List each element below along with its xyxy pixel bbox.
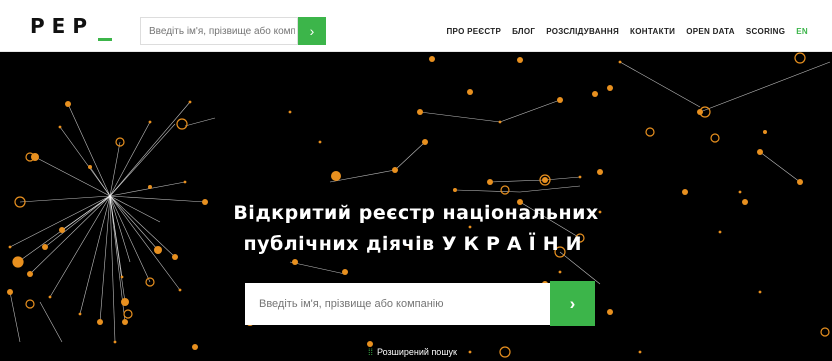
header-search-button[interactable]: ›: [298, 17, 326, 45]
logo-underscore: [98, 38, 112, 41]
nav-about[interactable]: ПРО РЕЄСТР: [446, 27, 501, 36]
hero-title-line2: публічних діячів УКРАЇНИ: [0, 229, 832, 260]
main-search-button[interactable]: ›: [550, 281, 595, 326]
nav-blog[interactable]: БЛОГ: [512, 27, 535, 36]
hero-title-prefix: публічних діячів: [243, 233, 435, 255]
hero-title-line1: Відкритий реєстр національних: [233, 202, 599, 224]
advanced-search-label: Розширений пошук: [377, 347, 457, 357]
hero-title-country: УКРАЇНИ: [441, 233, 589, 255]
header: PEP › ПРО РЕЄСТР БЛОГ РОЗСЛІДУВАННЯ КОНТ…: [0, 0, 832, 52]
logo[interactable]: PEP: [30, 14, 94, 38]
advanced-search-link[interactable]: ⁞⁞ Розширений пошук: [368, 347, 457, 357]
nav-contacts[interactable]: КОНТАКТИ: [630, 27, 675, 36]
header-search-input[interactable]: [140, 17, 298, 45]
page-frame: PEP › ПРО РЕЄСТР БЛОГ РОЗСЛІДУВАННЯ КОНТ…: [0, 0, 832, 361]
hero-title: Відкритий реєстр національних публічних …: [0, 198, 832, 260]
nav-investigations[interactable]: РОЗСЛІДУВАННЯ: [546, 27, 619, 36]
nav-scoring[interactable]: SCORING: [746, 27, 785, 36]
language-switch[interactable]: EN: [796, 27, 808, 36]
main-search-input[interactable]: [245, 283, 550, 325]
nav-open-data[interactable]: OPEN DATA: [686, 27, 735, 36]
chevron-right-icon: ›: [569, 294, 576, 313]
main-nav: ПРО РЕЄСТР БЛОГ РОЗСЛІДУВАННЯ КОНТАКТИ O…: [446, 27, 808, 36]
dots-icon: ⁞⁞: [368, 347, 374, 357]
chevron-right-icon: ›: [309, 23, 315, 39]
